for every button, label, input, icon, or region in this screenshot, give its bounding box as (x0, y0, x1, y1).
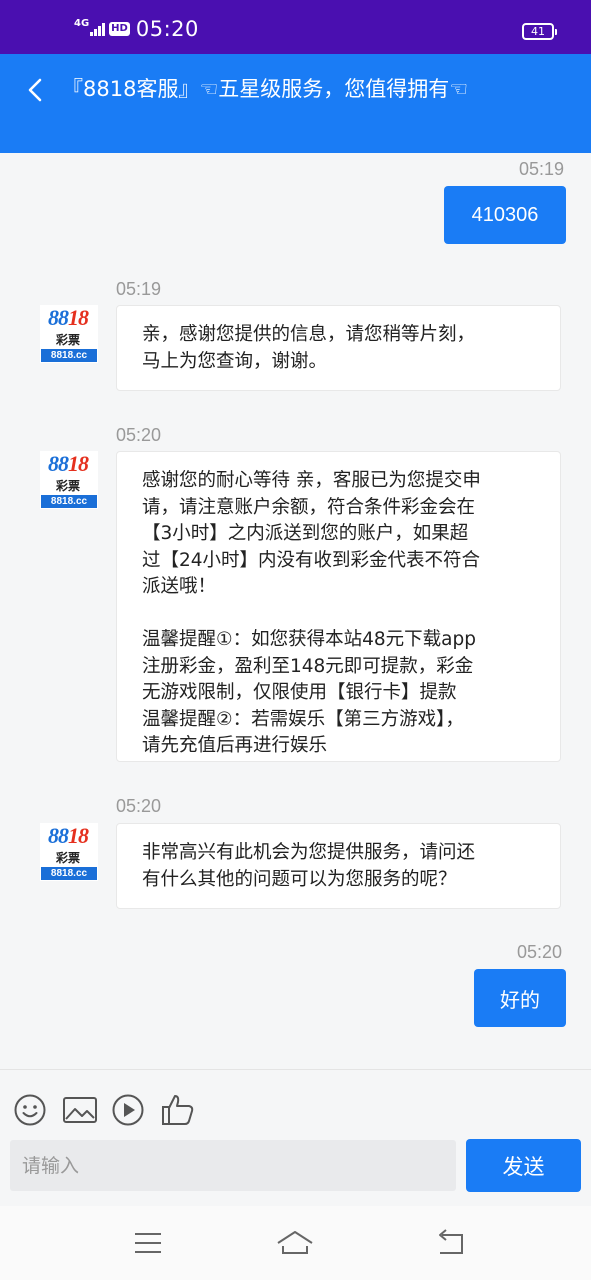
logo-text: 88 (48, 305, 69, 330)
back-button[interactable] (18, 72, 54, 108)
status-bar: 4G HD 05:20 41 (0, 0, 591, 54)
thumbs-up-icon (162, 1095, 194, 1125)
message-time: 05:19 (116, 279, 162, 299)
message-outgoing[interactable]: 好的 (474, 969, 566, 1027)
logo-text: 18 (68, 451, 89, 476)
status-clock: 05:20 (135, 17, 199, 41)
image-icon (63, 1097, 97, 1123)
back-nav-button[interactable] (430, 1226, 470, 1260)
video-button[interactable] (110, 1092, 146, 1128)
page-title: 『8818客服』☜五星级服务，您值得拥有☜ (62, 77, 469, 101)
recent-apps-button[interactable] (128, 1226, 168, 1260)
message-time: 05:20 (116, 425, 162, 445)
logo-url: 8818.cc (41, 495, 97, 508)
chevron-left-icon (28, 78, 42, 102)
logo-text: 88 (48, 451, 69, 476)
logo-url: 8818.cc (41, 349, 97, 362)
avatar[interactable]: 8818 彩票 8818.cc (40, 823, 98, 881)
video-icon (112, 1094, 144, 1126)
send-button[interactable]: 发送 (466, 1139, 581, 1192)
message-time: 05:20 (116, 796, 162, 816)
message-incoming[interactable]: 亲，感谢您提供的信息，请您稍等片刻， 马上为您查询，谢谢。 (116, 305, 561, 391)
hd-badge: HD (109, 22, 130, 36)
home-icon (277, 1231, 313, 1254)
avatar[interactable]: 8818 彩票 8818.cc (40, 305, 98, 363)
network-type: 4G (74, 17, 90, 29)
avatar[interactable]: 8818 彩票 8818.cc (40, 451, 98, 509)
message-outgoing[interactable]: 410306 (444, 186, 566, 244)
image-button[interactable] (61, 1092, 99, 1128)
message-time: 05:19 (519, 159, 565, 179)
system-nav-bar (0, 1206, 591, 1280)
logo-text: 彩票 (56, 333, 81, 347)
back-nav-icon (439, 1229, 463, 1254)
menu-icon (135, 1233, 161, 1253)
message-incoming[interactable]: 感谢您的耐心等待 亲，客服已为您提交申 请，请注意账户余额，符合条件彩金会在 【… (116, 451, 561, 762)
message-incoming[interactable]: 非常高兴有此机会为您提供服务，请问还 有什么其他的问题可以为您服务的呢？ (116, 823, 561, 909)
logo-url: 8818.cc (41, 867, 97, 880)
logo-text: 18 (68, 823, 89, 848)
input-toolbar (0, 1070, 591, 1140)
logo-text: 18 (68, 305, 89, 330)
message-time: 05:20 (517, 942, 563, 962)
chat-header: 『8818客服』☜五星级服务，您值得拥有☜ (0, 54, 591, 153)
status-left: 4G HD 05:20 (74, 17, 199, 41)
battery-icon: 41 (522, 23, 557, 40)
emoji-button[interactable] (12, 1092, 48, 1128)
like-button[interactable] (160, 1092, 196, 1128)
signal-icon (90, 22, 106, 36)
logo-text: 彩票 (56, 479, 81, 493)
logo-text: 彩票 (56, 851, 81, 865)
home-button[interactable] (275, 1226, 315, 1260)
emoji-icon (14, 1094, 46, 1126)
chat-area[interactable]: 05:19 410306 05:19 8818 彩票 8818.cc 亲，感谢您… (0, 153, 591, 1069)
message-input[interactable] (10, 1140, 456, 1191)
logo-text: 88 (48, 823, 69, 848)
